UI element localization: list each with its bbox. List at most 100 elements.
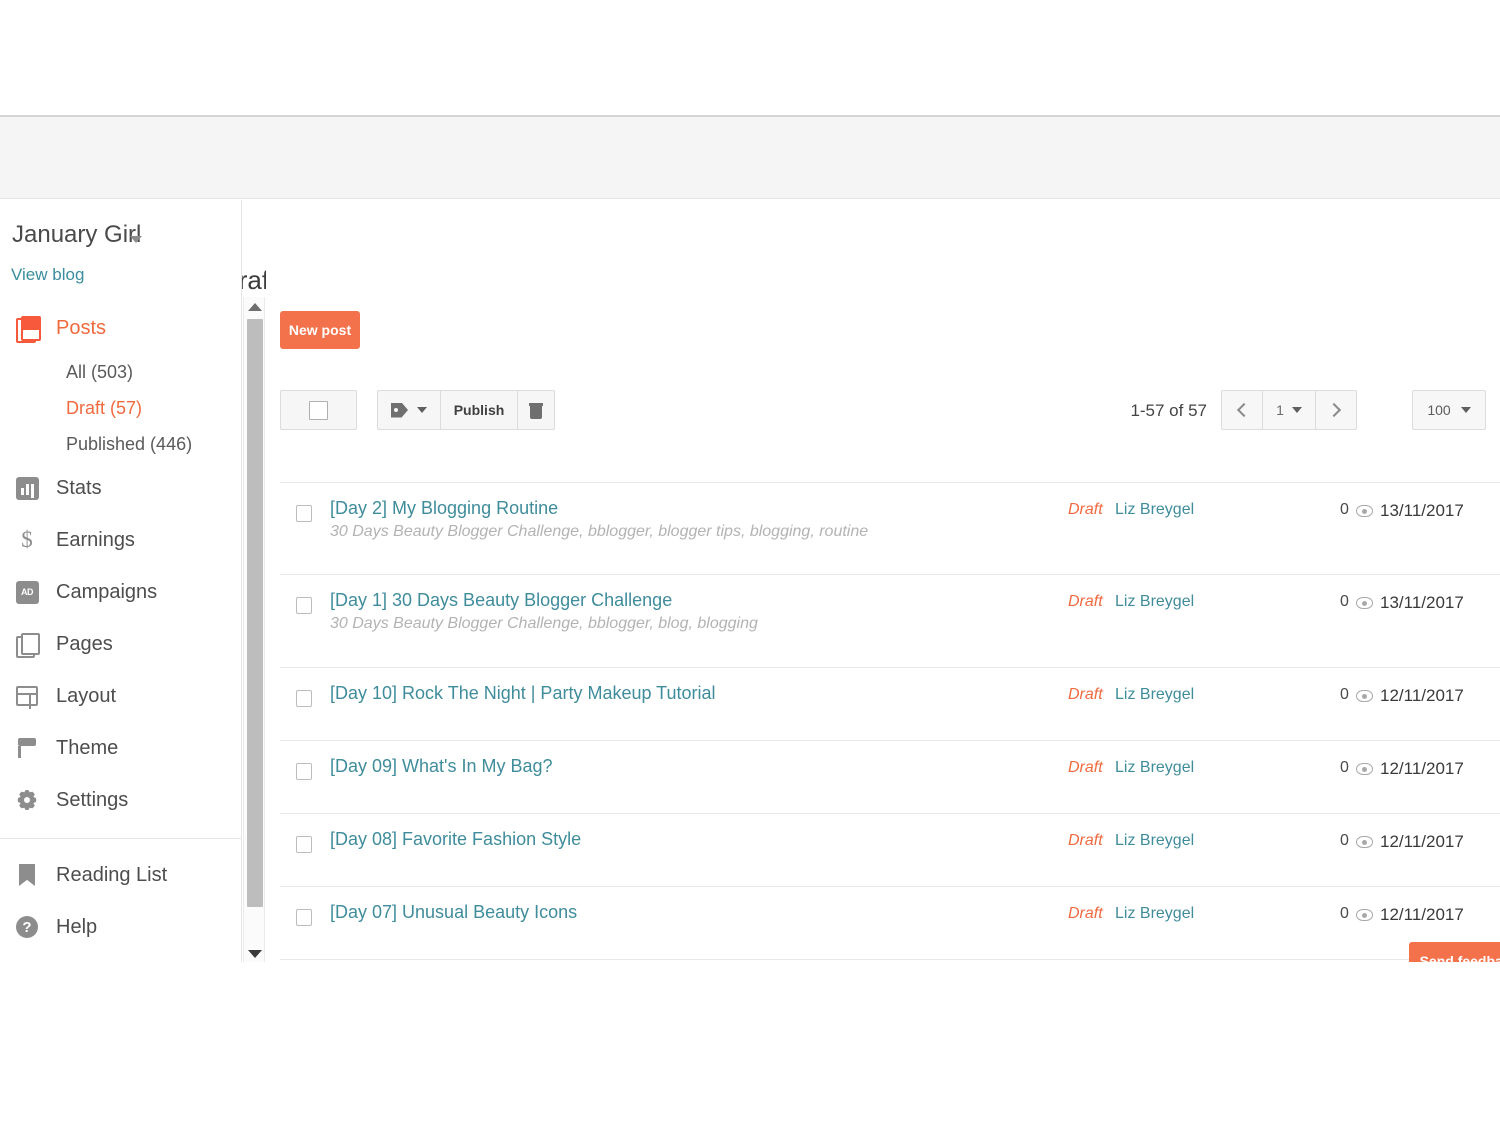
publish-button[interactable]: Publish [440, 390, 518, 430]
sidebar-item-help[interactable]: ? Help [0, 901, 242, 953]
eye-icon [1356, 836, 1373, 848]
sidebar-subitem-label: Draft (57) [66, 397, 143, 418]
status-badge: Draft [1068, 501, 1103, 518]
content-scrollbar[interactable] [243, 297, 265, 962]
rows-per-page-dropdown[interactable]: 100 [1412, 390, 1486, 430]
table-row[interactable]: [Day 08] Favorite Fashion Style Draft Li… [280, 814, 1500, 887]
bulk-action-group: Publish [377, 390, 555, 430]
sidebar-item-label: Layout [56, 684, 117, 707]
table-row[interactable]: [Day 07] Unusual Beauty Icons Draft Liz … [280, 887, 1500, 960]
sidebar-item-campaigns[interactable]: AD Campaigns [0, 566, 242, 618]
gear-icon [14, 787, 40, 813]
app-header [0, 117, 1500, 199]
table-row[interactable]: [Day 10] Rock The Night | Party Makeup T… [280, 668, 1500, 741]
pages-icon [14, 631, 40, 658]
eye-icon [1356, 909, 1373, 921]
label-dropdown-button[interactable] [377, 390, 441, 430]
select-all-checkbox[interactable] [280, 390, 357, 430]
sidebar-subitem-draft[interactable]: Draft (57) [0, 390, 242, 426]
previous-page-button[interactable] [1221, 390, 1263, 430]
earnings-dollar-icon: $ [21, 527, 33, 552]
post-title-link[interactable]: [Day 2] My Blogging Routine [330, 498, 558, 519]
post-labels: 30 Days Beauty Blogger Challenge, bblogg… [330, 523, 869, 540]
post-title-link[interactable]: [Day 09] What's In My Bag? [330, 756, 553, 777]
scroll-up-arrow-icon[interactable] [244, 297, 266, 317]
post-author-link[interactable]: Liz Breygel [1115, 593, 1194, 611]
sidebar-item-earnings[interactable]: $ Earnings [0, 514, 242, 566]
post-date: 12/11/2017 [1380, 905, 1464, 924]
sidebar-subitem-published[interactable]: Published (446) [0, 426, 242, 462]
posts-icon [14, 315, 41, 343]
table-row[interactable]: [Day 09] What's In My Bag? Draft Liz Bre… [280, 741, 1500, 814]
table-row[interactable]: [Day 06] Blogging Essentials For Product… [280, 960, 1500, 962]
row-checkbox[interactable] [296, 836, 312, 853]
row-checkbox[interactable] [296, 690, 312, 707]
post-author-link[interactable]: Liz Breygel [1115, 501, 1194, 519]
delete-button[interactable] [517, 390, 555, 430]
sidebar-subitem-all[interactable]: All (503) [0, 354, 242, 390]
status-badge: Draft [1068, 686, 1103, 703]
post-date: 12/11/2017 [1380, 759, 1464, 778]
chevron-down-icon [417, 407, 427, 413]
post-list: [Day 2] My Blogging Routine 30 Days Beau… [280, 482, 1500, 962]
status-badge: Draft [1068, 759, 1103, 776]
sidebar-item-label: Reading List [56, 863, 168, 886]
list-toolbar: Publish 1-57 of 57 1 100 [280, 390, 1486, 436]
post-author-link[interactable]: Liz Breygel [1115, 759, 1194, 777]
status-badge: Draft [1068, 832, 1103, 849]
sidebar-subitem-label: Published (446) [66, 433, 193, 454]
post-title-link[interactable]: [Day 08] Favorite Fashion Style [330, 829, 581, 850]
help-icon: ? [14, 914, 40, 940]
page-number-dropdown[interactable]: 1 [1262, 390, 1316, 430]
sidebar-item-label: Campaigns [56, 580, 158, 603]
status-badge: Draft [1068, 593, 1103, 610]
table-row[interactable]: [Day 1] 30 Days Beauty Blogger Challenge… [280, 575, 1500, 668]
new-post-button[interactable]: New post [280, 311, 360, 349]
sidebar-nav: Posts All (503) Draft (57) Published (44… [0, 302, 242, 953]
view-blog-link[interactable]: View blog [11, 265, 84, 285]
label-tag-icon [391, 402, 408, 418]
row-checkbox[interactable] [296, 597, 312, 614]
chevron-down-icon [1291, 407, 1302, 413]
bookmark-icon [14, 862, 40, 888]
row-checkbox[interactable] [296, 763, 312, 780]
post-title-link[interactable]: [Day 10] Rock The Night | Party Makeup T… [330, 683, 716, 704]
sidebar-item-label: Help [56, 915, 98, 938]
send-feedback-button[interactable]: Send feedback [1409, 942, 1500, 962]
post-author-link[interactable]: Liz Breygel [1115, 832, 1194, 850]
chevron-left-icon [1236, 402, 1252, 418]
chevron-down-icon[interactable] [130, 236, 142, 243]
post-date: 13/11/2017 [1380, 501, 1464, 520]
next-page-button[interactable] [1315, 390, 1357, 430]
post-date: 12/11/2017 [1380, 686, 1464, 705]
eye-icon [1356, 505, 1373, 517]
scrollbar-thumb[interactable] [247, 319, 263, 907]
main-content: New post Publish 1-57 of 57 1 100 [Day 2… [266, 200, 1500, 962]
pageview-count: 0 [1340, 905, 1349, 922]
pageview-count: 0 [1340, 832, 1349, 849]
stats-icon [14, 475, 40, 501]
checkbox-box [309, 400, 328, 420]
row-checkbox[interactable] [296, 909, 312, 926]
post-title-link[interactable]: [Day 07] Unusual Beauty Icons [330, 902, 577, 923]
sidebar-item-reading-list[interactable]: Reading List [0, 849, 242, 901]
sidebar-item-posts[interactable]: Posts [0, 302, 242, 354]
sidebar-item-layout[interactable]: Layout [0, 670, 242, 722]
sidebar-item-label: Theme [56, 736, 119, 759]
scroll-down-arrow-icon[interactable] [244, 944, 266, 962]
sidebar-item-settings[interactable]: Settings [0, 774, 242, 826]
sidebar-item-stats[interactable]: Stats [0, 462, 242, 514]
blogger-app-window: B Blogger Draft posts 🔔 January Girl Vie… [0, 115, 1500, 962]
blog-selector-label[interactable]: January Girl [12, 221, 141, 249]
sidebar-item-theme[interactable]: Theme [0, 722, 242, 774]
post-date: 13/11/2017 [1380, 593, 1464, 612]
sidebar-item-label: Posts [56, 316, 107, 339]
post-title-link[interactable]: [Day 1] 30 Days Beauty Blogger Challenge [330, 590, 672, 611]
post-author-link[interactable]: Liz Breygel [1115, 905, 1194, 923]
sidebar-item-pages[interactable]: Pages [0, 618, 242, 670]
trash-icon [529, 402, 543, 419]
post-date: 12/11/2017 [1380, 832, 1464, 851]
row-checkbox[interactable] [296, 505, 312, 522]
table-row[interactable]: [Day 2] My Blogging Routine 30 Days Beau… [280, 482, 1500, 575]
post-author-link[interactable]: Liz Breygel [1115, 686, 1194, 704]
